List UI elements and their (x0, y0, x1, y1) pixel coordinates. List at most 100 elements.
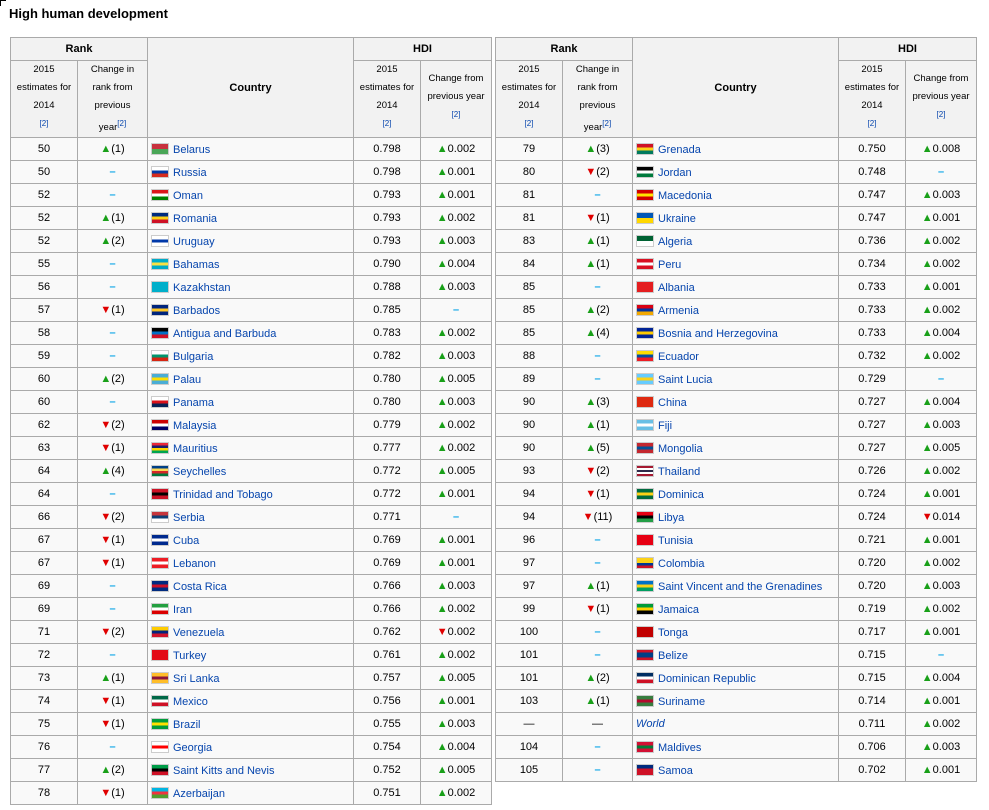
country-link[interactable]: Grenada (658, 144, 701, 156)
increase-arrow-icon: ▲ (585, 258, 597, 271)
country-link[interactable]: Iran (173, 604, 192, 616)
country-link[interactable]: Saint Lucia (658, 374, 712, 386)
country-link[interactable]: Cuba (173, 535, 199, 547)
country-link[interactable]: China (658, 397, 687, 409)
country-link[interactable]: Dominica (658, 489, 704, 501)
reference-link[interactable]: [2] (868, 119, 877, 128)
country-link[interactable]: Georgia (173, 742, 212, 754)
country-link[interactable]: Maldives (658, 742, 701, 754)
country-cell: Mexico (147, 689, 354, 714)
country-cell: Algeria (632, 229, 839, 254)
country-link[interactable]: Uruguay (173, 236, 215, 248)
country-link[interactable]: Armenia (658, 305, 699, 317)
country-link[interactable]: Fiji (658, 420, 672, 432)
country-cell: Grenada (632, 137, 839, 162)
country-link[interactable]: Jordan (658, 167, 692, 179)
country-link[interactable]: Albania (658, 282, 695, 294)
country-link[interactable]: Malaysia (173, 420, 216, 432)
country-link[interactable]: Mongolia (658, 443, 703, 455)
country-link[interactable]: Ecuador (658, 351, 699, 363)
country-link[interactable]: Libya (658, 512, 684, 524)
country-link[interactable]: Saint Vincent and the Grenadines (658, 581, 822, 593)
country-link[interactable]: Samoa (658, 765, 693, 777)
table-row: 79 ▲(3) Grenada 0.750 ▲0.008 (495, 137, 977, 162)
increase-arrow-icon: ▲ (436, 557, 448, 570)
country-link[interactable]: Costa Rica (173, 581, 227, 593)
country-link[interactable]: Tonga (658, 627, 688, 639)
country-link[interactable]: Colombia (658, 558, 704, 570)
table-row: 56– Kazakhstan 0.788 ▲0.003 (10, 275, 492, 300)
country-link[interactable]: Belarus (173, 144, 210, 156)
country-cell: Serbia (147, 505, 354, 530)
hdi-value-cell: 0.755 (353, 712, 421, 737)
country-link[interactable]: Dominican Republic (658, 673, 756, 685)
flag-icon (151, 556, 169, 569)
country-link[interactable]: Lebanon (173, 558, 216, 570)
country-cell: Lebanon (147, 551, 354, 576)
country-link[interactable]: Oman (173, 190, 203, 202)
table-row: 75 ▼(1) Brazil 0.755 ▲0.003 (10, 712, 492, 737)
hdi-change-cell: ▲0.001 (905, 528, 977, 553)
no-change-icon: – (109, 166, 116, 179)
rank-cell: 97 (495, 551, 563, 576)
country-link[interactable]: Brazil (173, 719, 201, 731)
increase-arrow-icon: ▲ (585, 304, 597, 317)
country-link[interactable]: Russia (173, 167, 207, 179)
country-link[interactable]: Algeria (658, 236, 692, 248)
country-link[interactable]: Venezuela (173, 627, 224, 639)
country-link[interactable]: Saint Kitts and Nevis (173, 765, 275, 777)
increase-arrow-icon: ▲ (921, 143, 933, 156)
country-link[interactable]: Barbados (173, 305, 220, 317)
country-link[interactable]: Seychelles (173, 466, 226, 478)
country-link[interactable]: Mexico (173, 696, 208, 708)
country-link[interactable]: World (636, 718, 665, 730)
country-link[interactable]: Tunisia (658, 535, 693, 547)
country-link[interactable]: Belize (658, 650, 688, 662)
increase-arrow-icon: ▲ (436, 649, 448, 662)
country-link[interactable]: Trinidad and Tobago (173, 489, 273, 501)
country-link[interactable]: Bulgaria (173, 351, 213, 363)
rank-cell: 73 (10, 666, 78, 691)
country-link[interactable]: Mauritius (173, 443, 218, 455)
hdi-change-cell: ▲0.001 (905, 689, 977, 714)
change-value: (1) (111, 718, 125, 731)
reference-link[interactable]: [2] (937, 110, 946, 119)
hdi-value-cell: 0.727 (838, 413, 906, 438)
country-link[interactable]: Jamaica (658, 604, 699, 616)
country-link[interactable]: Antigua and Barbuda (173, 328, 276, 340)
country-link[interactable]: Kazakhstan (173, 282, 230, 294)
table-row: 77 ▲(2) Saint Kitts and Nevis 0.752 ▲0.005 (10, 758, 492, 783)
rank-cell: — (495, 712, 563, 737)
change-value: (2) (111, 419, 125, 432)
hdi-value-cell: 0.729 (838, 367, 906, 392)
country-link[interactable]: Macedonia (658, 190, 712, 202)
hdi-value-cell: 0.798 (353, 137, 421, 162)
country-link[interactable]: Ukraine (658, 213, 696, 225)
reference-link[interactable]: [2] (117, 119, 126, 128)
country-link[interactable]: Peru (658, 259, 681, 271)
table-row: 60 ▲(2) Palau 0.780 ▲0.005 (10, 367, 492, 392)
country-cell: Saint Vincent and the Grenadines (632, 574, 839, 599)
country-link[interactable]: Serbia (173, 512, 205, 524)
country-link[interactable]: Sri Lanka (173, 673, 219, 685)
change-value: 0.002 (447, 626, 476, 639)
reference-link[interactable]: [2] (383, 119, 392, 128)
reference-link[interactable]: [2] (602, 119, 611, 128)
reference-link[interactable]: [2] (525, 119, 534, 128)
change-value: 0.001 (932, 695, 961, 708)
country-link[interactable]: Panama (173, 397, 214, 409)
country-link[interactable]: Bosnia and Herzegovina (658, 328, 778, 340)
country-link[interactable]: Bahamas (173, 259, 219, 271)
reference-link[interactable]: [2] (40, 119, 49, 128)
table-row: 63 ▼(1) Mauritius 0.777 ▲0.002 (10, 436, 492, 461)
country-link[interactable]: Romania (173, 213, 217, 225)
country-link[interactable]: Azerbaijan (173, 788, 225, 800)
reference-link[interactable]: [2] (452, 110, 461, 119)
increase-arrow-icon: ▲ (100, 373, 112, 386)
country-link[interactable]: Suriname (658, 696, 705, 708)
table-row: 69– Costa Rica 0.766 ▲0.003 (10, 574, 492, 599)
country-link[interactable]: Thailand (658, 466, 700, 478)
country-link[interactable]: Turkey (173, 650, 206, 662)
country-link[interactable]: Palau (173, 374, 201, 386)
rank-change-cell: – (562, 275, 633, 300)
